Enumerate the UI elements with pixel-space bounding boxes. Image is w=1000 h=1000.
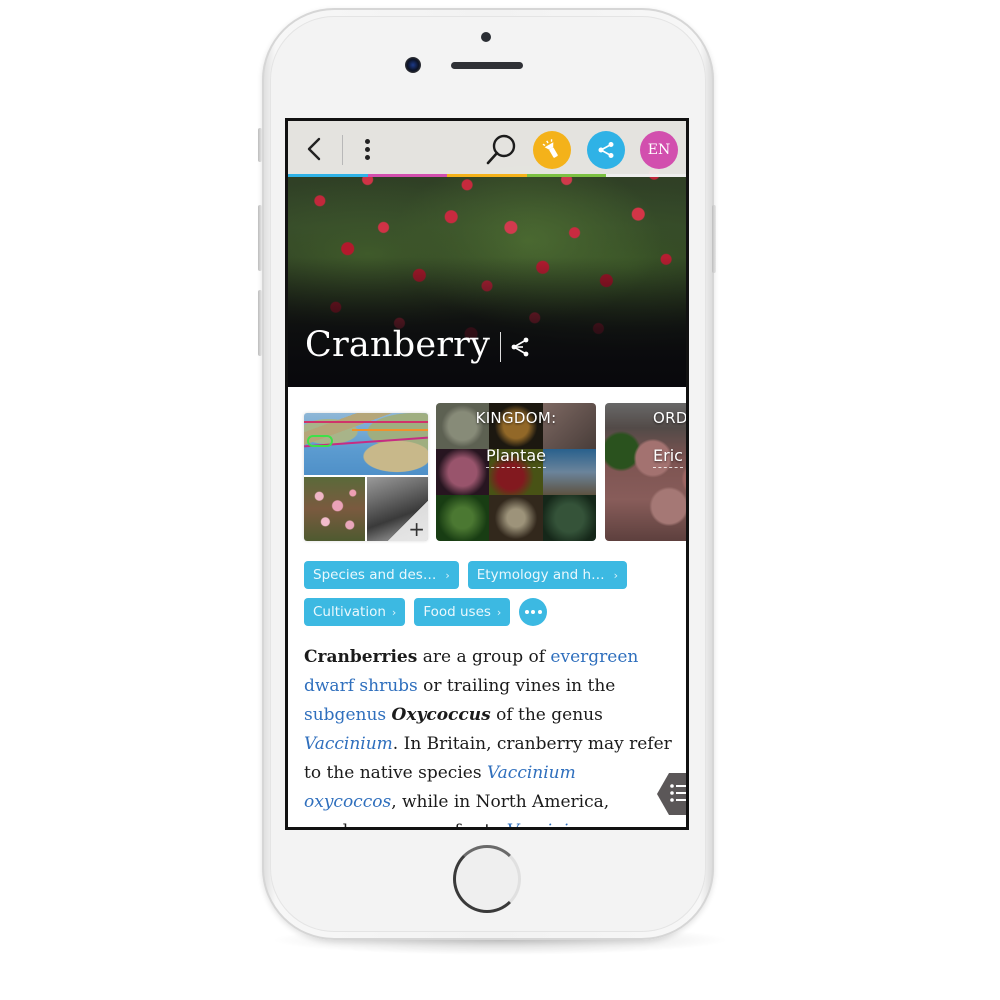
order-value-text: Eric (653, 446, 683, 468)
info-tiles-carousel[interactable]: + KINGDOM: Plantae ORD Eric (288, 403, 686, 543)
kingdom-value[interactable]: Plantae (436, 446, 596, 468)
hero-title-row: Cranberry (305, 325, 531, 365)
front-camera (405, 57, 421, 73)
stripe-segment (447, 174, 527, 177)
stripe-segment (367, 174, 448, 177)
flashlight-button[interactable] (533, 131, 571, 169)
toolbar-color-stripe (288, 174, 686, 177)
article-body: Cranberries are a group of evergreen dwa… (304, 643, 672, 827)
chevron-right-icon: › (391, 605, 397, 619)
term-oxycoccus: Oxycoccus (391, 705, 491, 725)
kingdom-rank-label: KINGDOM: (475, 409, 557, 427)
chip-row: Species and des… › Etymology and h… › (304, 561, 684, 589)
top-toolbar: EN (288, 121, 686, 177)
kingdom-tile[interactable]: KINGDOM: Plantae (436, 403, 596, 541)
chip-row: Cultivation › Food uses › (304, 598, 684, 626)
text: or trailing vines in the (417, 676, 616, 696)
volume-down-button (258, 290, 262, 356)
share-icon (598, 142, 614, 158)
magnifier-icon (486, 134, 516, 165)
text: are a group of (417, 647, 551, 667)
chip-cultivation[interactable]: Cultivation › (304, 598, 406, 626)
chevron-right-icon: › (613, 568, 618, 582)
toolbar-divider (342, 135, 343, 165)
link-subgenus[interactable]: subgenus (304, 705, 386, 725)
more-sections-button[interactable] (519, 598, 548, 626)
chip-label: Food uses (423, 604, 491, 620)
chip-species-and-description[interactable]: Species and des… › (304, 561, 459, 589)
silent-switch (258, 128, 262, 162)
title-divider (500, 332, 502, 362)
chevron-left-icon[interactable] (304, 136, 326, 162)
stripe-segment (288, 174, 368, 177)
flowers-thumbnail (304, 477, 365, 541)
chip-label: Species and des… (313, 567, 437, 583)
power-button (712, 205, 716, 273)
flashlight-icon (542, 139, 558, 158)
stripe-segment (606, 174, 686, 177)
kingdom-value-text: Plantae (486, 446, 546, 468)
term-bold: Cranberries (304, 647, 418, 667)
media-gallery-tile[interactable]: + (304, 413, 428, 541)
vertical-dots-icon[interactable] (360, 135, 374, 165)
chip-food-uses[interactable]: Food uses › (414, 598, 511, 626)
section-chips: Species and des… › Etymology and h… › Cu… (304, 561, 684, 635)
order-value[interactable]: Eric (605, 446, 686, 468)
chip-label: Etymology and h… (476, 567, 605, 583)
search-button[interactable] (484, 133, 518, 167)
article-paragraph: Cranberries are a group of evergreen dwa… (304, 643, 672, 827)
text: of the genus (490, 705, 603, 725)
range-map-thumbnail (304, 413, 428, 475)
share-graph-icon[interactable] (509, 336, 531, 358)
share-button[interactable] (587, 131, 625, 169)
order-tile[interactable]: ORD Eric (605, 403, 688, 541)
order-rank-label: ORD (653, 409, 688, 427)
chevron-right-icon: › (445, 568, 450, 582)
link-vaccinium[interactable]: Vaccinium (304, 734, 393, 754)
stripe-segment (526, 174, 607, 177)
table-of-contents-icon (657, 773, 686, 815)
chip-label: Cultivation (313, 604, 386, 620)
page-title: Cranberry (305, 325, 491, 365)
ellipsis-icon (524, 610, 529, 614)
chevron-right-icon: › (496, 605, 502, 619)
earpiece-speaker (451, 62, 523, 69)
home-button[interactable] (453, 845, 521, 913)
volume-up-button (258, 205, 262, 271)
plus-icon[interactable]: + (408, 519, 425, 539)
table-of-contents-button[interactable] (657, 773, 686, 815)
chip-etymology-and-history[interactable]: Etymology and h… › (467, 561, 627, 589)
app-screen: Cranberry EN + KINGDOM: Plantae ORD Eric… (285, 118, 689, 830)
language-button[interactable]: EN (640, 131, 678, 169)
proximity-sensor (481, 32, 491, 42)
